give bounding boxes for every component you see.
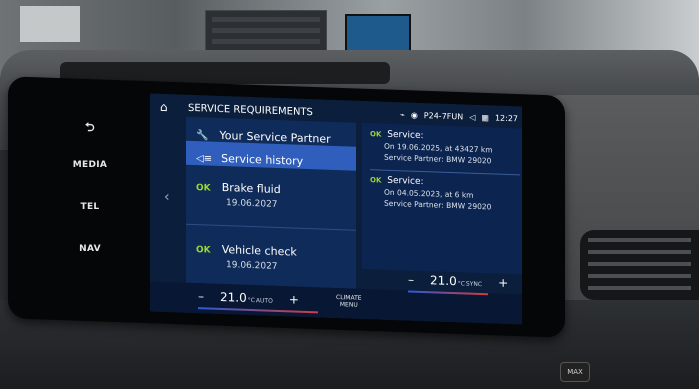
climate-menu-button[interactable]: CLIMATE MENU (336, 294, 362, 309)
ok-badge: OK (370, 176, 382, 185)
list-item-title: Brake fluid (221, 181, 281, 197)
tel-button[interactable]: TEL (60, 202, 120, 212)
passenger-temp-value: 21.0 (430, 273, 457, 289)
wall-poster (20, 6, 80, 42)
list-item-date: 19.06.2027 (226, 198, 278, 210)
connectivity-icon: ⌁ (399, 109, 405, 119)
driver-temp-bar (198, 307, 318, 314)
driver-temp[interactable]: 21.0°CAUTO (220, 290, 273, 306)
return-arrow-icon: ⮌ (85, 120, 95, 134)
service-requirements-list: 🔧 Your Service Partner ◁≡ Service histor… (186, 116, 356, 289)
passenger-temp-down-button[interactable]: – (408, 273, 414, 287)
max-defrost-button[interactable]: MAX (560, 362, 590, 382)
list-item-title: Vehicle check (221, 243, 297, 259)
history-entry-title: Service: (387, 175, 424, 188)
chevron-left-icon[interactable]: ‹ (164, 189, 170, 205)
nav-button[interactable]: NAV (60, 244, 120, 254)
history-icon: ◁≡ (196, 153, 213, 165)
driver-temp-up-button[interactable]: + (289, 292, 299, 306)
profile-name: P24-7FUN (423, 110, 464, 121)
back-button[interactable]: ⮌ (60, 118, 120, 139)
ok-badge: OK (196, 183, 211, 194)
driver-temp-unit: °C (247, 296, 255, 305)
profile-icon: ◉ (410, 110, 418, 120)
list-item-service-history[interactable]: ◁≡ Service history (186, 140, 356, 171)
divider (370, 169, 520, 176)
clock: 12:27 (494, 113, 518, 123)
driver-climate: – 21.0°CAUTO + (198, 289, 299, 307)
passenger-climate: – 21.0°CSYNC + (408, 273, 508, 290)
passenger-temp-up-button[interactable]: + (498, 276, 508, 290)
list-item-brake-fluid[interactable]: OK Brake fluid 19.06.2027 (186, 166, 356, 231)
driver-climate-mode: AUTO (255, 297, 273, 305)
driver-temp-value: 21.0 (220, 289, 247, 305)
service-history-detail: OK Service: On 19.06.2025, at 43427 km S… (362, 122, 522, 275)
climate-menu-label-2: MENU (339, 301, 358, 309)
history-entry-title: Service: (387, 129, 424, 142)
page-title: SERVICE REQUIREMENTS (188, 102, 313, 119)
status-bar: ⌁ ◉ P24-7FUN ◁ ▦ 12:27 (378, 106, 518, 125)
passenger-temp-unit: °C (457, 280, 465, 288)
driver-temp-down-button[interactable]: – (198, 289, 204, 303)
ok-badge: OK (196, 245, 211, 256)
air-vent-right (580, 230, 699, 300)
list-item-label: Service history (221, 151, 304, 168)
volume-icon: ◁ (469, 112, 476, 122)
calendar-icon: ▦ (481, 112, 489, 122)
history-entry[interactable]: OK Service: On 19.06.2025, at 43427 km S… (370, 129, 520, 166)
media-button[interactable]: MEDIA (60, 160, 120, 170)
history-entry[interactable]: OK Service: On 04.05.2023, at 6 km Servi… (370, 175, 520, 212)
passenger-temp[interactable]: 21.0°CSYNC (430, 273, 482, 289)
passenger-climate-mode: SYNC (465, 280, 483, 289)
ok-badge: OK (370, 130, 382, 139)
infotainment-screen: ⌂ SERVICE REQUIREMENTS ⌁ ◉ P24-7FUN ◁ ▦ … (150, 93, 522, 325)
home-icon[interactable]: ⌂ (160, 100, 168, 114)
wrench-icon: 🔧 (196, 130, 209, 142)
